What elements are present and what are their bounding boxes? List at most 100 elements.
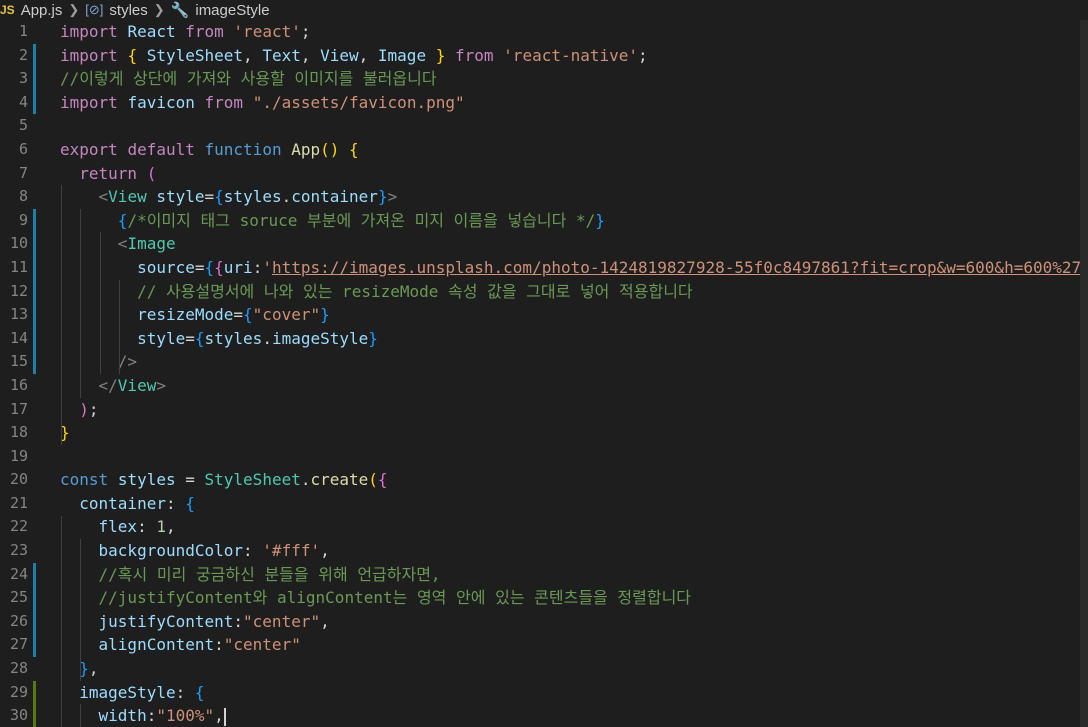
code-line[interactable]: 5: [0, 114, 1088, 138]
code-line[interactable]: 21 container: {: [0, 492, 1088, 516]
code-line[interactable]: 26 justifyContent:"center",: [0, 610, 1088, 634]
breadcrumb-symbol-imagestyle[interactable]: imageStyle: [195, 2, 269, 19]
code-line[interactable]: 11 source={{uri:'https://images.unsplash…: [0, 256, 1088, 280]
code-text: export default function App() {: [60, 138, 359, 162]
code-text: backgroundColor: '#fff',: [60, 539, 330, 563]
code-token: }: [435, 45, 446, 65]
code-line[interactable]: 16 </View>: [0, 374, 1088, 398]
line-number: 15: [9, 352, 28, 371]
code-line[interactable]: 10 <Image: [0, 232, 1088, 256]
code-token: create: [310, 470, 369, 490]
breadcrumb-file[interactable]: App.js: [21, 2, 63, 19]
code-line[interactable]: 19: [0, 445, 1088, 469]
code-text: flex: 1,: [60, 515, 176, 539]
code-token: https://images.unsplash.com/photo-142481…: [271, 257, 1082, 277]
code-token: :: [233, 611, 244, 631]
code-token: default: [127, 139, 195, 159]
code-token: {: [185, 493, 195, 513]
symbol-object-icon: [⊘]: [85, 2, 104, 17]
code-token: <: [98, 187, 109, 207]
code-token: {: [194, 328, 205, 348]
code-token: import: [60, 22, 118, 41]
code-editor[interactable]: 1 import React from 'react'; 2 import { Sty…: [0, 20, 1088, 727]
code-line[interactable]: 25 //justifyContent와 alignContent는 영역 안에…: [0, 586, 1088, 610]
code-text: //이렇게 상단에 가져와 사용할 이미지를 불러옵니다: [60, 67, 437, 91]
code-token: {: [243, 305, 253, 325]
line-number: 26: [9, 611, 28, 630]
code-line[interactable]: 23 backgroundColor: '#fff',: [0, 539, 1088, 563]
code-line[interactable]: 7 return (: [0, 162, 1088, 186]
code-token: "center": [223, 635, 301, 655]
code-token: "center": [243, 611, 321, 631]
line-number: 2: [18, 45, 28, 64]
code-line[interactable]: 4 import favicon from "./assets/favicon.p…: [0, 91, 1088, 115]
code-line[interactable]: 28 },: [0, 657, 1088, 681]
code-token: React: [127, 22, 176, 41]
code-line[interactable]: 2 import { StyleSheet, Text, View, Image …: [0, 44, 1088, 68]
code-token: //이렇게 상단에 가져와 사용할 이미지를 불러옵니다: [60, 69, 437, 89]
line-number: 19: [9, 446, 28, 465]
code-text: width:"100%",: [60, 704, 226, 727]
code-token: style: [137, 328, 186, 348]
code-line[interactable]: 22 flex: 1,: [0, 515, 1088, 539]
wrench-icon: 🔧: [170, 2, 190, 19]
code-line[interactable]: 13 resizeMode={"cover"}: [0, 303, 1088, 327]
code-text: const styles = StyleSheet.create({: [60, 468, 388, 492]
code-text: import favicon from "./assets/favicon.pn…: [60, 91, 465, 115]
code-token: =: [185, 328, 195, 348]
line-number: 18: [9, 423, 28, 442]
code-text: import { StyleSheet, Text, View, Image }…: [60, 44, 648, 68]
code-text: import React from 'react';: [60, 20, 311, 44]
line-number: 7: [18, 163, 28, 182]
code-line[interactable]: 1 import React from 'react';: [0, 20, 1088, 44]
line-number: 29: [9, 682, 28, 701]
code-line[interactable]: 3 //이렇게 상단에 가져와 사용할 이미지를 불러옵니다: [0, 67, 1088, 91]
line-number: 6: [18, 139, 28, 158]
code-line[interactable]: 8 <View style={styles.container}>: [0, 185, 1088, 209]
breadcrumb-symbol-styles[interactable]: styles: [109, 2, 147, 19]
code-token: from: [455, 45, 494, 65]
vertical-scrollbar[interactable]: [1080, 20, 1088, 727]
code-text: //혹시 미리 궁금하신 분들을 위해 언급하자면,: [60, 563, 441, 587]
code-token: export: [60, 139, 118, 159]
code-line[interactable]: 12 // 사용설명서에 나와 있는 resizeMode 속성 값을 그대로 …: [0, 280, 1088, 304]
code-token: //justifyContent와 alignContent는 영역 안에 있는…: [98, 588, 692, 608]
code-line[interactable]: 14 style={styles.imageStyle}: [0, 327, 1088, 351]
code-text: alignContent:"center": [60, 633, 301, 657]
line-number: 27: [9, 635, 28, 654]
gutter-change-marker: [33, 562, 36, 658]
code-line[interactable]: 27 alignContent:"center": [0, 633, 1088, 657]
code-token: :: [252, 257, 263, 277]
code-line[interactable]: 18}: [0, 421, 1088, 445]
code-line[interactable]: 17 );: [0, 398, 1088, 422]
code-token: (: [368, 470, 378, 490]
code-line[interactable]: 15 />: [0, 350, 1088, 374]
code-token: {: [127, 45, 138, 65]
code-line[interactable]: 29 imageStyle: {: [0, 681, 1088, 705]
code-token: {: [349, 139, 359, 159]
code-line[interactable]: 20 const styles = StyleSheet.create({: [0, 468, 1088, 492]
code-token: >: [387, 187, 398, 207]
code-token: }: [595, 210, 605, 230]
code-token: "100%": [156, 706, 215, 726]
code-token: :: [137, 517, 157, 537]
code-line[interactable]: 9 {/*이미지 태그 soruce 부분에 가져온 미지 이름을 넣습니다 *…: [0, 209, 1088, 233]
code-line[interactable]: 24 //혹시 미리 궁금하신 분들을 위해 언급하자면,: [0, 563, 1088, 587]
code-token: StyleSheet: [146, 45, 244, 65]
code-token: 'react': [233, 22, 301, 41]
line-number: 9: [18, 210, 28, 229]
code-line[interactable]: 30 width:"100%",: [0, 704, 1088, 727]
code-line[interactable]: 6 export default function App() {: [0, 138, 1088, 162]
code-text: {/*이미지 태그 soruce 부분에 가져온 미지 이름을 넣습니다 */}: [60, 209, 605, 233]
code-token: View: [108, 187, 147, 207]
